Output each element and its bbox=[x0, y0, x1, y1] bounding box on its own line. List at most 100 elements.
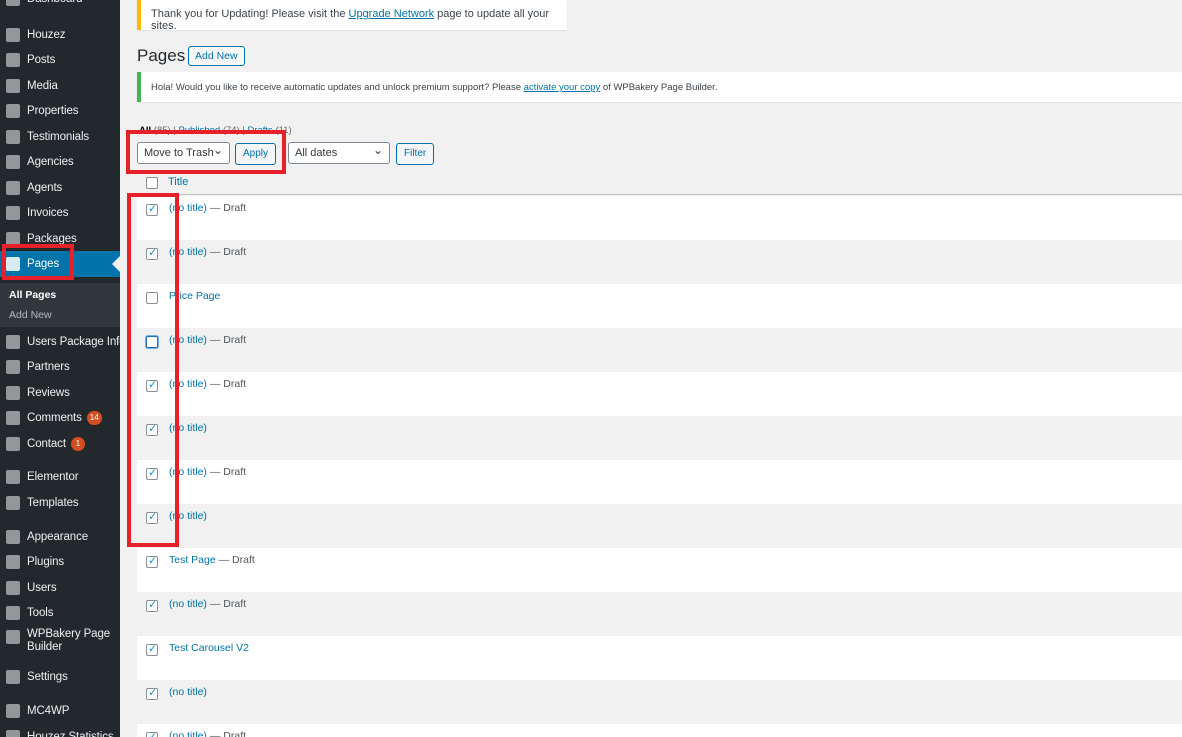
sidebar-item-appearance[interactable]: Appearance bbox=[0, 524, 120, 550]
row-title-cell: Test Carousel V2 bbox=[169, 642, 249, 654]
person-icon bbox=[6, 581, 20, 595]
sidebar-item-mc4wp[interactable]: MC4WP bbox=[0, 698, 120, 724]
pin-icon bbox=[6, 386, 20, 400]
table-row: (no title) — Draft bbox=[137, 592, 1182, 636]
row-title-link[interactable]: (no title) bbox=[169, 598, 207, 610]
add-new-button[interactable]: Add New bbox=[188, 46, 245, 66]
sidebar-item-label: Agencies bbox=[27, 156, 74, 168]
partners-icon bbox=[6, 360, 20, 374]
table-row: (no title) — Draft bbox=[137, 372, 1182, 416]
table-row: (no title) — Draft bbox=[137, 196, 1182, 240]
row-title-link[interactable]: (no title) bbox=[169, 686, 207, 698]
sidebar-item-wpbakery-page-builder[interactable]: WPBakery Page Builder bbox=[0, 628, 120, 658]
pages-menu-highlight bbox=[2, 244, 74, 280]
row-status: — Draft bbox=[215, 554, 255, 566]
sidebar-item-media[interactable]: Media bbox=[0, 73, 120, 99]
sidebar-item-partners[interactable]: Partners bbox=[0, 354, 120, 380]
sidebar-item-label: Appearance bbox=[27, 531, 89, 543]
sidebar-item-tools[interactable]: Tools bbox=[0, 600, 120, 626]
sidebar-item-label: Invoices bbox=[27, 207, 69, 219]
row-title-cell: (no title) bbox=[169, 686, 207, 698]
sidebar-item-label: Contact bbox=[27, 438, 66, 450]
row-checkbox[interactable] bbox=[146, 598, 158, 612]
sidebar-item-testimonials[interactable]: Testimonials bbox=[0, 124, 120, 150]
upgrade-network-link[interactable]: Upgrade Network bbox=[349, 8, 435, 20]
checkbox-column-highlight bbox=[127, 193, 179, 547]
sidebar-item-label: Settings bbox=[27, 671, 68, 683]
select-all-checkbox[interactable] bbox=[146, 177, 158, 189]
sidebar-item-contact[interactable]: Contact 1 bbox=[0, 431, 120, 457]
date-filter-select[interactable]: All dates bbox=[288, 140, 390, 164]
sidebar-item-users-package-info[interactable]: Users Package Info bbox=[0, 329, 120, 355]
table-row: (no title) — Draft bbox=[137, 460, 1182, 504]
sidebar-item-agents[interactable]: Agents bbox=[0, 175, 120, 201]
folder-icon bbox=[6, 496, 20, 510]
sidebar-item-houzez[interactable]: Houzez bbox=[0, 22, 120, 48]
sidebar-item-invoices[interactable]: Invoices bbox=[0, 200, 120, 226]
sidebar-item-elementor[interactable]: Elementor bbox=[0, 464, 120, 490]
row-title-cell: (no title) — Draft bbox=[169, 202, 246, 214]
gear-icon bbox=[6, 28, 20, 42]
activate-copy-link[interactable]: activate your copy bbox=[524, 82, 601, 93]
sidebar-item-label: Media bbox=[27, 80, 58, 92]
sidebar-item-templates[interactable]: Templates bbox=[0, 490, 120, 516]
book-icon bbox=[6, 206, 20, 220]
row-title-link[interactable]: Test Carousel V2 bbox=[169, 642, 249, 654]
row-title-cell: Test Page — Draft bbox=[169, 554, 255, 566]
sidebar-item-label: Dashboard bbox=[27, 0, 82, 5]
row-status: — Draft bbox=[206, 598, 247, 610]
wpb-notice-text-end: of WPBakery Page Builder. bbox=[600, 82, 718, 93]
person-icon bbox=[6, 181, 20, 195]
sidebar-item-label: WPBakery Page Builder bbox=[27, 628, 111, 653]
sidebar-item-label: Elementor bbox=[27, 471, 79, 483]
row-title-link[interactable]: Test Page bbox=[169, 554, 216, 566]
sidebar-item-label: Properties bbox=[27, 105, 79, 117]
pin-icon bbox=[6, 53, 20, 67]
sidebar-item-label: Posts bbox=[27, 54, 56, 66]
cloud-icon bbox=[6, 630, 20, 644]
row-title-cell: (no title) — Draft bbox=[169, 598, 246, 610]
sidebar-item-plugins[interactable]: Plugins bbox=[0, 549, 120, 575]
plug-icon bbox=[6, 555, 20, 569]
update-notice-text: Thank you for Updating! Please visit the bbox=[151, 8, 349, 20]
sidebar-item-houzez-statistics[interactable]: Houzez Statistics bbox=[0, 724, 120, 737]
row-checkbox[interactable] bbox=[146, 642, 158, 656]
row-checkbox[interactable] bbox=[146, 554, 158, 568]
table-header: Title bbox=[137, 171, 1182, 195]
row-checkbox[interactable] bbox=[146, 730, 158, 737]
sidebar-item-label: Tools bbox=[27, 607, 54, 619]
row-title-link[interactable]: (no title) bbox=[169, 730, 207, 737]
sidebar-item-users[interactable]: Users bbox=[0, 575, 120, 601]
sidebar-item-comments[interactable]: Comments 14 bbox=[0, 405, 120, 431]
sidebar-item-properties[interactable]: Properties bbox=[0, 98, 120, 124]
pages-submenu: All Pages Add New bbox=[0, 283, 120, 327]
table-row: (no title) bbox=[137, 680, 1182, 724]
filter-button[interactable]: Filter bbox=[396, 143, 435, 165]
sidebar-item-posts[interactable]: Posts bbox=[0, 47, 120, 73]
sidebar-item-label: Houzez bbox=[27, 29, 66, 41]
row-title-cell: (no title) — Draft bbox=[169, 466, 246, 478]
row-title-cell: (no title) — Draft bbox=[169, 246, 246, 258]
submenu-add-new[interactable]: Add New bbox=[9, 309, 52, 321]
sidebar-item-dashboard[interactable]: Dashboard bbox=[0, 0, 120, 12]
table-row: (no title) — Draft bbox=[137, 724, 1182, 737]
submenu-all-pages[interactable]: All Pages bbox=[9, 289, 56, 301]
row-title-cell: (no title) — Draft bbox=[169, 334, 246, 346]
media-icon bbox=[6, 79, 20, 93]
sidebar-item-reviews[interactable]: Reviews bbox=[0, 380, 120, 406]
row-status: — Draft bbox=[206, 202, 247, 214]
elementor-icon bbox=[6, 470, 20, 484]
wpbakery-notice: Hola! Would you like to receive automati… bbox=[137, 72, 1182, 102]
table-row: (no title) bbox=[137, 416, 1182, 460]
dashboard-icon bbox=[6, 0, 20, 6]
sidebar-item-label: Comments bbox=[27, 412, 82, 424]
location-icon bbox=[6, 104, 20, 118]
sidebar-item-agencies[interactable]: Agencies bbox=[0, 149, 120, 175]
row-status: — Draft bbox=[206, 378, 247, 390]
sidebar-item-label: Users Package Info bbox=[27, 336, 120, 348]
settings-icon bbox=[6, 670, 20, 684]
sidebar-item-settings[interactable]: Settings bbox=[0, 664, 120, 690]
title-column-header[interactable]: Title bbox=[168, 176, 188, 188]
wrench-icon bbox=[6, 606, 20, 620]
row-checkbox[interactable] bbox=[146, 686, 158, 700]
